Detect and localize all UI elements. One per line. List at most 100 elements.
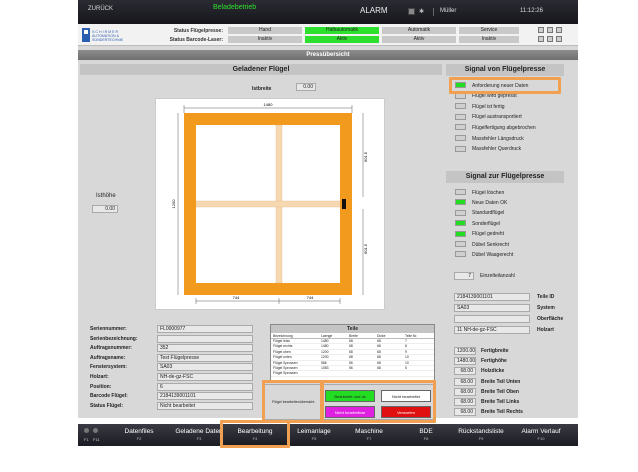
horizontal-muntin — [195, 200, 341, 208]
function-left-keys[interactable]: F1 F11 — [82, 427, 104, 445]
alarm-label[interactable]: ALARM — [360, 6, 388, 15]
parts-column-header: Bezeichnung — [273, 334, 293, 338]
table-cell: 1480 — [321, 344, 329, 349]
table-row: Flügel Sprossen — [271, 371, 434, 377]
signal-toggle[interactable] — [455, 251, 466, 258]
isthoehe-value: 0.00 — [92, 205, 118, 213]
user-name: Müller — [440, 8, 457, 14]
mode-service[interactable]: Service — [459, 27, 519, 34]
parts-table-body: Flügel links 1480 68 68 7 Flügel rechts 1480 68… — [271, 339, 434, 377]
table-cell — [375, 371, 403, 375]
table-cell: 1200 — [321, 349, 329, 354]
info-value: NH-de-gz-FSC — [157, 373, 253, 381]
fkey-code: F7 — [366, 436, 372, 441]
info-label: Serienbezeichnung: — [90, 335, 138, 342]
logo-line-3: SONDERTECHNIK — [92, 38, 124, 42]
signal-indicator — [455, 145, 466, 152]
company-logo: S C H I R M E R AUTOMATION & SONDERTECHN… — [82, 26, 138, 44]
signal-toggle[interactable] — [455, 209, 466, 216]
fkey-button[interactable]: Maschine F7 — [340, 428, 398, 445]
highlight-process-left — [262, 380, 324, 423]
table-cell: 68 — [349, 339, 353, 343]
table-cell: 7 — [405, 339, 407, 343]
table-cell: Flügel unten — [273, 355, 292, 360]
dim-right-upper: 601.5 — [363, 151, 368, 162]
info-value: Test Flügelpresse — [157, 353, 253, 362]
signal-label: Massfehler Querdruck — [472, 146, 522, 153]
signal-toggle[interactable] — [455, 241, 466, 247]
istbreite-label: Istbreite — [252, 86, 272, 92]
signal-label: Dübel Senkrecht — [472, 241, 509, 248]
info-label: Auftragsname: — [90, 354, 126, 361]
measure-value: 1200.00 — [454, 347, 476, 355]
measure-label: Fertighöhe — [481, 358, 507, 365]
mode-hand[interactable]: Hand — [228, 27, 302, 34]
mode-label: Beladebetrieb — [213, 4, 257, 11]
fkey-button[interactable]: Rückstandsliste F9 — [452, 428, 510, 445]
barcode-state-2: Aktiv — [305, 36, 379, 43]
signal-label: Dübel Waagerecht — [472, 251, 514, 258]
fkey-button[interactable]: Datenfiles F2 — [110, 428, 168, 445]
signal-indicator — [455, 103, 466, 110]
sash-diagram: 1480 1200 601.5 601.5 744 744 — [171, 102, 368, 304]
highlight-request-data — [449, 77, 561, 94]
table-cell: 10 — [405, 360, 409, 365]
part-count-value: 7 — [454, 272, 474, 280]
fkey-button[interactable]: BDE F8 — [397, 428, 455, 445]
status-square-button[interactable] — [547, 27, 553, 33]
isthoehe-label: Isthöhe — [96, 193, 116, 199]
circle-icon — [84, 428, 89, 433]
dim-right-lower: 601.5 — [363, 243, 368, 254]
info-value: Nicht bearbeitet — [157, 401, 253, 410]
signal-to-press-header: Signal zur Flügelpresse — [446, 171, 564, 183]
table-cell — [347, 371, 375, 375]
part-count-label: Einzelteilanzahl — [480, 273, 515, 279]
measure-label: Fertigbreite — [481, 348, 509, 354]
handle-icon — [342, 199, 346, 209]
status-square-button[interactable] — [556, 36, 562, 42]
info-value: 6 — [157, 382, 253, 391]
info-value — [157, 334, 253, 343]
fkey-label: Leimanlage — [297, 428, 331, 435]
mode-halbautomatik[interactable]: Halbautomatik — [305, 27, 379, 34]
signal-label: Flügel ist fertig — [472, 103, 505, 110]
part-info-label: System — [537, 305, 555, 311]
fkey-label: Datenfiles — [124, 428, 154, 435]
table-cell: Flügel links — [273, 339, 290, 343]
table-cell: 1480 — [321, 339, 329, 343]
signal-from-press-header: Signal von Flügelpresse — [446, 64, 564, 76]
mode-automatik[interactable]: Automatik — [382, 27, 456, 34]
divider — [433, 8, 434, 16]
status-square-button[interactable] — [556, 27, 562, 33]
dim-bottom-left: 744 — [233, 295, 240, 300]
signal-label: Flügel austransportiert — [472, 114, 522, 121]
fkey-code: F10 — [537, 436, 545, 441]
info-value: 352 — [157, 344, 253, 353]
status-square-button[interactable] — [538, 27, 544, 33]
signal-label: Flügelfertigung abgebrochen — [472, 124, 536, 131]
circle-icon — [93, 428, 98, 433]
measure-value: 68.00 — [454, 408, 476, 417]
top-bar: ZURÜCK Beladebetrieb ALARM ✱ Müller 11:1… — [78, 0, 578, 24]
fkey-button[interactable]: Leimanlage F5 — [285, 428, 343, 445]
istbreite-value: 0.00 — [296, 83, 316, 91]
signal-toggle[interactable] — [455, 189, 466, 195]
parts-column-header: Breite — [349, 334, 358, 338]
info-label: Position: — [90, 383, 112, 390]
status-square-button[interactable] — [547, 36, 553, 42]
highlight-process-right — [320, 380, 436, 423]
signal-label: Flügel löschen — [472, 189, 505, 196]
signal-toggle[interactable] — [455, 199, 466, 206]
signal-toggle[interactable] — [455, 220, 466, 227]
table-cell: 1200 — [321, 355, 329, 360]
signal-label: Standardflügel — [472, 210, 505, 217]
parts-column-header: Laenge — [321, 334, 333, 338]
key-f1: F1 — [84, 437, 89, 442]
signal-toggle[interactable] — [455, 230, 466, 237]
back-label[interactable]: ZURÜCK — [88, 6, 113, 12]
part-info-value: 2184139001101 — [454, 293, 530, 301]
table-cell: 68 — [349, 355, 353, 360]
table-cell: 68 — [349, 344, 353, 349]
status-square-button[interactable] — [538, 36, 544, 42]
fkey-button[interactable]: Alarm Verlauf F10 — [512, 428, 570, 445]
